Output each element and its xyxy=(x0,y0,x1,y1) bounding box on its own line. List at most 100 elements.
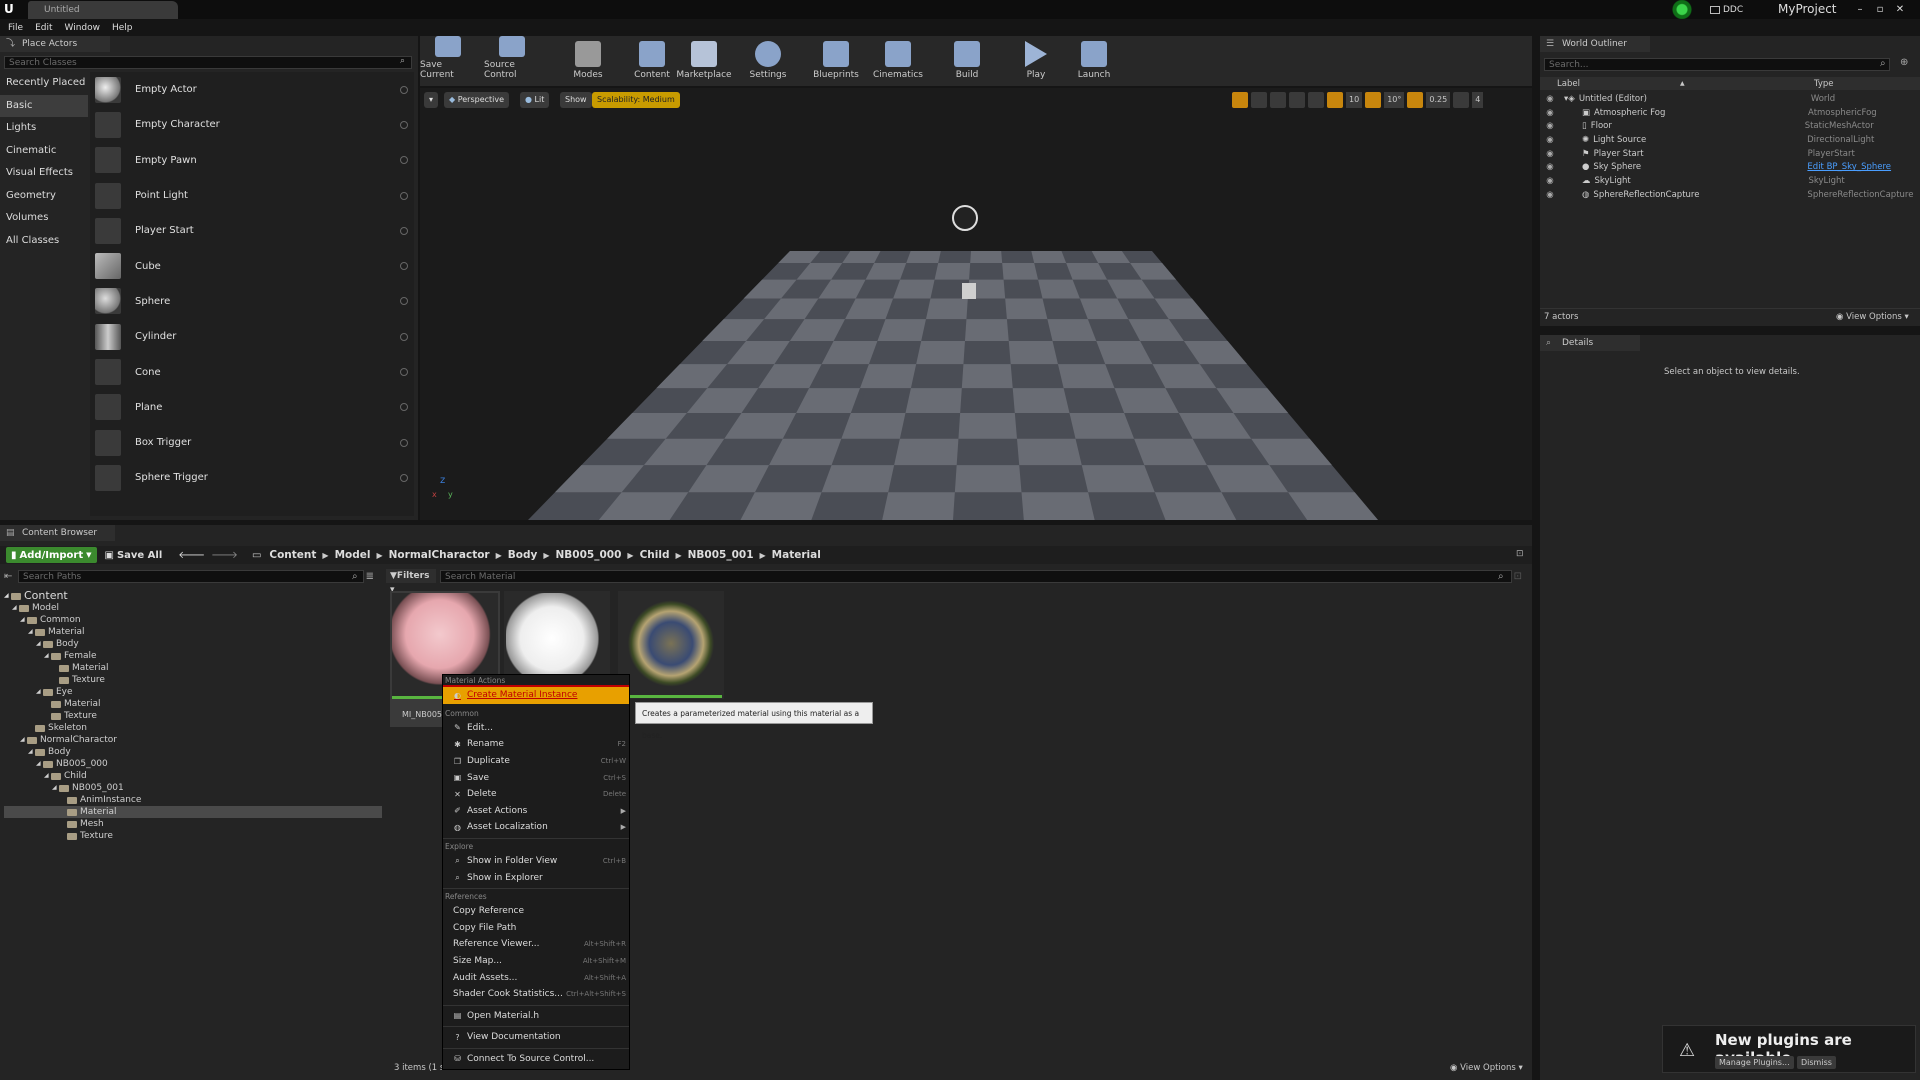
camera-speed-icon[interactable] xyxy=(1453,92,1470,108)
info-icon[interactable] xyxy=(400,368,408,377)
info-icon[interactable] xyxy=(400,226,408,235)
asset-tile-material-camo[interactable] xyxy=(618,591,724,699)
expand-arrow-icon[interactable]: ◢ xyxy=(36,638,43,650)
asset-actions-item[interactable]: ✐ Asset Actions ▶ xyxy=(443,803,629,820)
eye-icon[interactable]: ◉ xyxy=(1540,162,1560,172)
breadcrumb-material[interactable]: Material xyxy=(772,549,821,561)
source-control-status-icon[interactable] xyxy=(1668,0,1696,19)
actor-item-cube[interactable]: Cube xyxy=(90,248,414,283)
expand-arrow-icon[interactable]: ◢ xyxy=(44,650,51,662)
info-icon[interactable] xyxy=(400,297,408,306)
place-actors-tab[interactable]: ⤵ Place Actors xyxy=(0,36,110,52)
tree-folder-item[interactable]: ◢ Common xyxy=(4,614,382,626)
tree-folder-item[interactable]: AnimInstance xyxy=(4,794,382,806)
save-item[interactable]: ▣ Save Ctrl+S xyxy=(443,769,629,786)
expand-arrow-icon[interactable]: ◢ xyxy=(36,686,43,698)
outliner-row[interactable]: ◉ ▣ Atmospheric Fog AtmosphericFog xyxy=(1540,106,1920,120)
rotation-snap-icon[interactable] xyxy=(1365,92,1382,108)
chevron-right-icon[interactable]: ▶ xyxy=(496,551,502,560)
eye-icon[interactable]: ◉ xyxy=(1540,135,1560,145)
marketplace-button[interactable]: Marketplace xyxy=(676,36,732,86)
expand-arrow-icon[interactable]: ◢ xyxy=(4,590,11,602)
viewport-menu-button[interactable]: ▾ xyxy=(424,92,438,108)
info-icon[interactable] xyxy=(400,403,408,412)
actor-item-empty-character[interactable]: Empty Character xyxy=(90,107,414,142)
grid-snap-value[interactable]: 10 xyxy=(1346,92,1363,108)
cinematics-button[interactable]: Cinematics xyxy=(870,36,926,86)
category-recently-placed[interactable]: Recently Placed xyxy=(0,72,88,95)
chevron-right-icon[interactable]: ▶ xyxy=(376,551,382,560)
close-icon[interactable]: ✕ xyxy=(1890,4,1910,15)
eye-icon[interactable]: ◉ xyxy=(1540,176,1560,186)
rotate-icon[interactable] xyxy=(1251,92,1267,108)
tree-folder-item[interactable]: ◢ Child xyxy=(4,770,382,782)
chevron-right-icon[interactable]: ▶ xyxy=(760,551,766,560)
modes-button[interactable]: Modes xyxy=(560,36,616,86)
category-geometry[interactable]: Geometry xyxy=(0,185,88,208)
tree-folder-item[interactable]: ◢ NB005_001 xyxy=(4,782,382,794)
outliner-view-options[interactable]: ◉ View Options ▾ xyxy=(1836,312,1909,322)
info-icon[interactable] xyxy=(400,332,408,341)
expand-arrow-icon[interactable]: ◢ xyxy=(20,614,27,626)
lit-button[interactable]: ● Lit xyxy=(520,92,550,108)
chevron-right-icon[interactable]: ▶ xyxy=(543,551,549,560)
view-documentation-item[interactable]: ? View Documentation xyxy=(443,1029,629,1046)
tree-folder-item[interactable]: ◢ Material xyxy=(4,626,382,638)
ddc-indicator[interactable]: DDC xyxy=(1710,2,1760,18)
connect-source-control-item[interactable]: ⛁ Connect To Source Control... xyxy=(443,1051,629,1068)
show-button[interactable]: Show xyxy=(560,92,592,108)
content-browser-tab[interactable]: ▤ Content Browser xyxy=(0,525,115,541)
outliner-row[interactable]: ◉ ⚑ Player Start PlayerStart xyxy=(1540,147,1920,161)
expand-arrow-icon[interactable]: ◢ xyxy=(12,602,19,614)
open-source-item[interactable]: ▤ Open Material.h xyxy=(443,1008,629,1025)
tree-folder-item[interactable]: ◢ Content xyxy=(4,590,382,602)
source-control-button[interactable]: Source Control xyxy=(484,36,540,86)
create-material-instance-item[interactable]: ◐ Create Material Instance xyxy=(443,687,629,704)
actor-item-player-start[interactable]: Player Start xyxy=(90,213,414,248)
build-button[interactable]: Build xyxy=(939,36,995,86)
outliner-row[interactable]: ◉ ● Sky Sphere Edit BP_Sky_Sphere xyxy=(1540,160,1920,174)
breadcrumb-normalcharactor[interactable]: NormalCharactor xyxy=(389,549,490,561)
actor-item-cone[interactable]: Cone xyxy=(90,354,414,389)
menu-file[interactable]: File xyxy=(8,23,23,33)
outliner-row[interactable]: ◉ ▯ Floor StaticMeshActor xyxy=(1540,119,1920,133)
edit-blueprint-link[interactable]: Edit BP_Sky_Sphere xyxy=(1807,162,1891,172)
tree-folder-item[interactable]: ◢ Female xyxy=(4,650,382,662)
tree-folder-item[interactable]: ◢ NormalCharactor xyxy=(4,734,382,746)
breadcrumb-nb005-001[interactable]: NB005_001 xyxy=(688,549,754,561)
minimize-icon[interactable]: – xyxy=(1850,4,1870,15)
tree-folder-item[interactable]: Texture xyxy=(4,674,382,686)
info-icon[interactable] xyxy=(400,473,408,482)
duplicate-item[interactable]: ❐ Duplicate Ctrl+W xyxy=(443,753,629,770)
camera-speed-value[interactable]: 4 xyxy=(1472,92,1484,108)
breadcrumb-child[interactable]: Child xyxy=(640,549,670,561)
eye-icon[interactable]: ◉ xyxy=(1540,149,1560,159)
maximize-icon[interactable]: ▫ xyxy=(1870,4,1890,15)
breadcrumb-content[interactable]: Content xyxy=(269,549,316,561)
tree-folder-item[interactable]: ◢ Model xyxy=(4,602,382,614)
manage-plugins-button[interactable]: Manage Plugins... xyxy=(1715,1056,1794,1069)
tree-folder-item[interactable]: Material xyxy=(4,698,382,710)
breadcrumb-body[interactable]: Body xyxy=(508,549,538,561)
actor-item-empty-pawn[interactable]: Empty Pawn xyxy=(90,143,414,178)
size-map-item[interactable]: Size Map... Alt+Shift+M xyxy=(443,953,629,970)
menu-edit[interactable]: Edit xyxy=(35,23,52,33)
scale-icon[interactable] xyxy=(1270,92,1286,108)
forward-icon[interactable]: 🡒 xyxy=(211,549,238,561)
tree-folder-item[interactable]: ◢ NB005_000 xyxy=(4,758,382,770)
outliner-row[interactable]: ◉ ☁ SkyLight SkyLight xyxy=(1540,174,1920,188)
edit-item[interactable]: ✎ Edit... xyxy=(443,720,629,737)
expand-arrow-icon[interactable]: ◢ xyxy=(44,770,51,782)
chevron-right-icon[interactable]: ▶ xyxy=(322,551,328,560)
info-icon[interactable] xyxy=(400,120,408,129)
scale-snap-icon[interactable] xyxy=(1407,92,1424,108)
category-all-classes[interactable]: All Classes xyxy=(0,230,88,253)
back-icon[interactable]: 🡐 xyxy=(178,549,205,561)
outliner-search-input[interactable]: Search... xyxy=(1544,58,1890,71)
launch-button[interactable]: Launch xyxy=(1066,36,1122,86)
history-icon[interactable]: ⊡ xyxy=(1514,571,1522,582)
eye-icon[interactable]: ◉ xyxy=(1540,121,1560,131)
category-visual-effects[interactable]: Visual Effects xyxy=(0,162,88,185)
menu-window[interactable]: Window xyxy=(65,23,101,33)
add-actor-icon[interactable]: ⊕ xyxy=(1900,57,1908,68)
